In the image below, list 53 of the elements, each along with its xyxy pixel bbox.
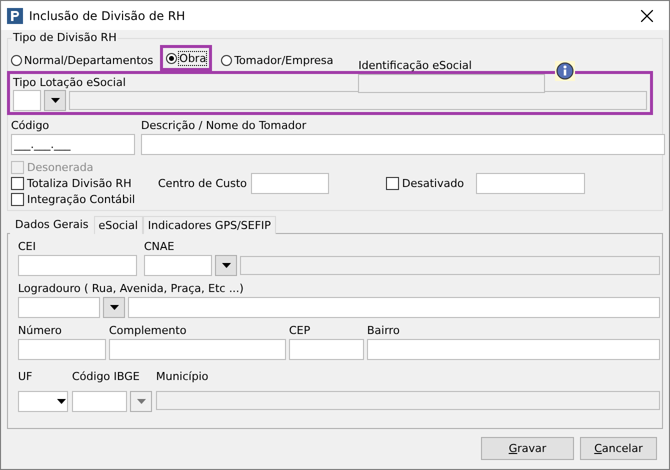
dropdown-arrow-icon: [50, 98, 60, 103]
dropdown-button[interactable]: [44, 90, 66, 111]
dropdown-arrow-icon: [110, 305, 118, 310]
field-label: CNAE: [144, 240, 176, 253]
group-title: Tipo de Divisão RH: [12, 31, 118, 44]
description-field[interactable]: [141, 134, 665, 155]
tab[interactable]: eSocial: [94, 216, 143, 234]
field-label: Número: [18, 324, 63, 337]
checkbox[interactable]: Integração Contábil: [11, 191, 158, 207]
field-label: UF: [18, 370, 34, 383]
dropdown-arrow-icon: [57, 399, 66, 404]
field-label: Código IBGE: [72, 370, 141, 383]
cep-field[interactable]: [289, 339, 364, 360]
field-label: Tipo Lotação eSocial: [13, 76, 126, 89]
cost-center-field[interactable]: [250, 172, 329, 194]
field-label: Logradouro ( Rua, Avenida, Praça, Etc ...): [18, 282, 245, 295]
field-label: Identificação eSocial: [358, 59, 473, 72]
action-button[interactable]: Gravar: [481, 437, 574, 460]
field-label: Descrição / Nome do Tomador: [141, 119, 308, 132]
field-label: Bairro: [367, 324, 401, 337]
field-label: CEI: [18, 240, 37, 253]
radio-button[interactable]: Normal/Departamentos: [8, 49, 156, 71]
dropdown-button[interactable]: [215, 255, 237, 276]
tab[interactable]: Indicadores GPS/SEFIP: [142, 216, 276, 234]
info-icon[interactable]: [555, 61, 576, 81]
field-label: Centro de Custo: [158, 176, 247, 190]
field-label: Município: [156, 370, 210, 383]
number-field[interactable]: [18, 339, 106, 360]
date-field[interactable]: [476, 172, 586, 194]
app-logo-icon: [7, 8, 23, 24]
neighborhood-field[interactable]: [367, 339, 660, 360]
dropdown-button[interactable]: [103, 297, 125, 318]
radio-button[interactable]: Obra: [160, 45, 212, 71]
dropdown-arrow-icon: [136, 399, 146, 404]
close-icon: [641, 10, 653, 22]
window-title: Inclusão de Divisão de RH: [29, 8, 186, 22]
field-label: Código: [11, 119, 50, 132]
radio-button[interactable]: Tomador/Empresa: [218, 49, 336, 71]
complement-field[interactable]: [109, 339, 286, 360]
ibge-field[interactable]: [72, 391, 127, 412]
checkbox[interactable]: Desativado: [386, 175, 464, 191]
street-type-field[interactable]: [18, 297, 100, 318]
cei-field[interactable]: [18, 255, 137, 276]
dropdown-arrow-icon: [222, 263, 230, 268]
uf-dropdown[interactable]: [18, 391, 68, 412]
combo-field[interactable]: [13, 90, 41, 111]
action-button[interactable]: Cancelar: [580, 437, 657, 460]
cnae-field[interactable]: [144, 255, 212, 276]
field-label: CEP: [289, 324, 312, 337]
code-field[interactable]: ___.___.___: [11, 134, 135, 155]
street-field[interactable]: [128, 297, 660, 318]
checkbox[interactable]: Totaliza Divisão RH: [11, 175, 158, 191]
field-label: Complemento: [109, 324, 188, 337]
